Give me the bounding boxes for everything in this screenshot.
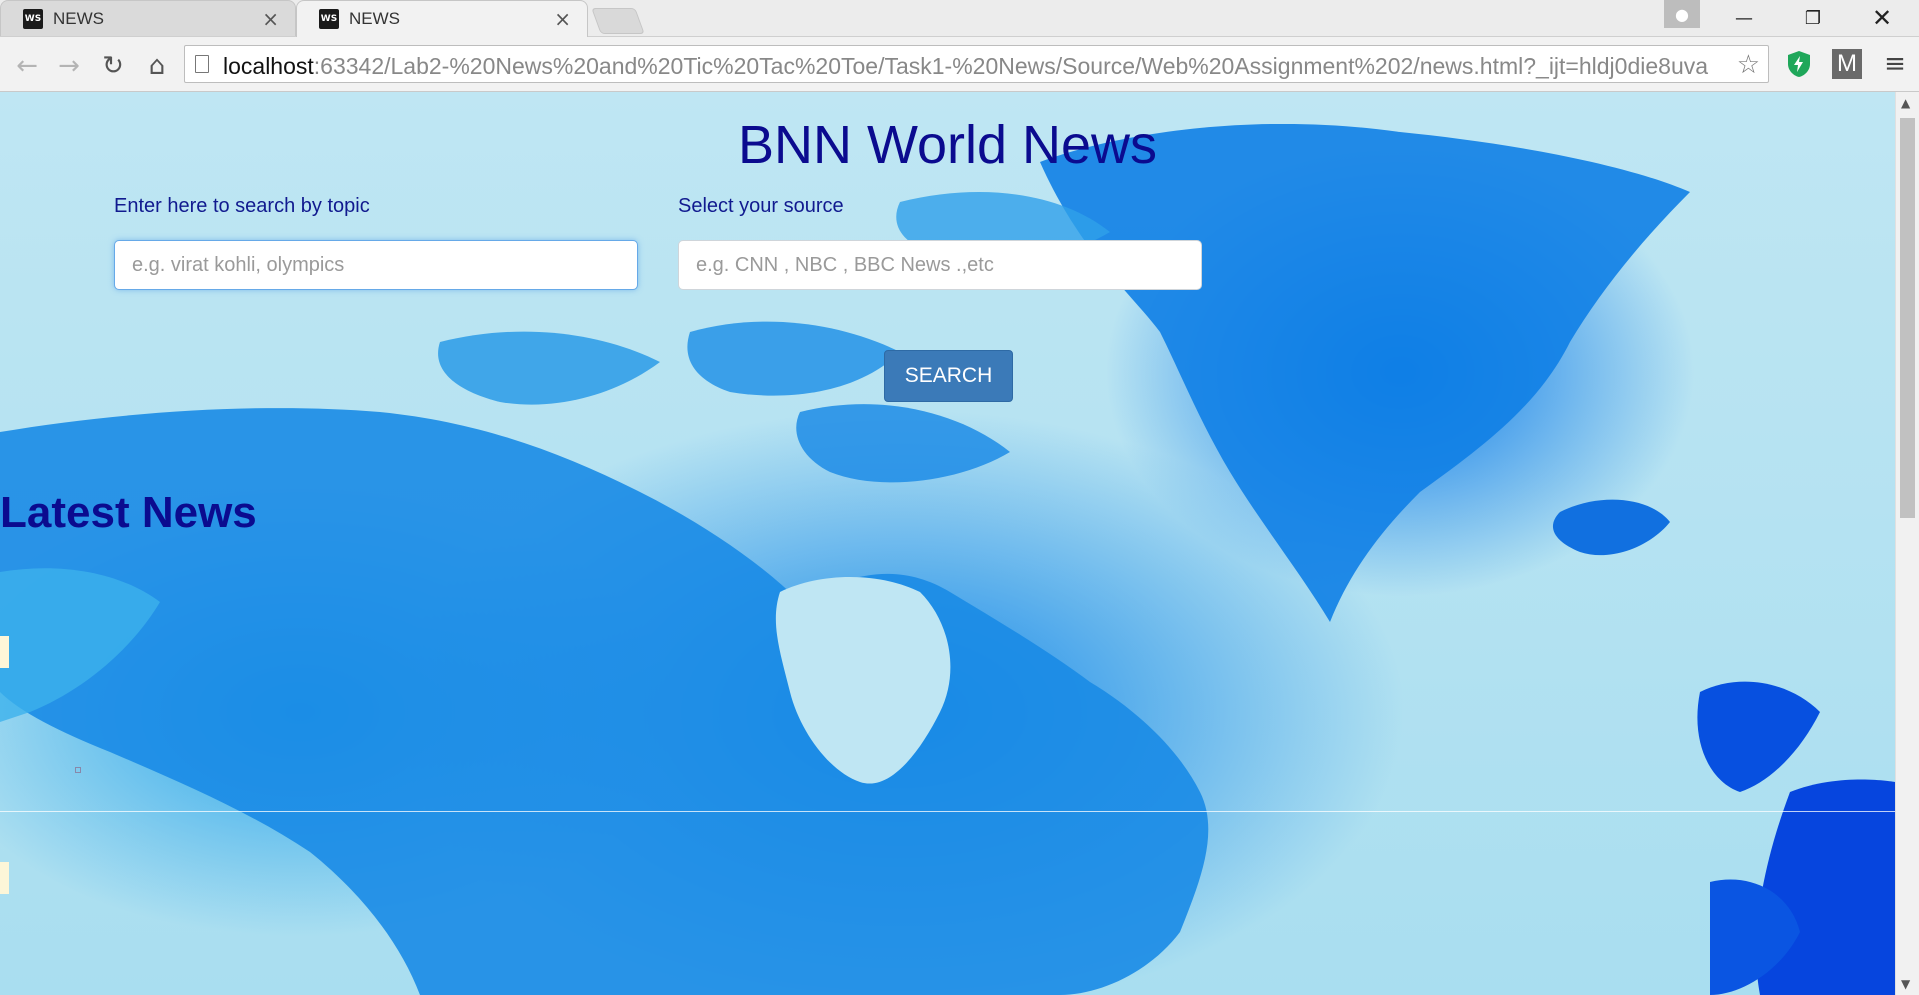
new-tab-button[interactable] <box>591 8 645 34</box>
topic-search-label: Enter here to search by topic <box>114 195 370 217</box>
browser-toolbar: ← → ↻ ⌂ localhost:63342/Lab2-%20News%20a… <box>0 37 1919 92</box>
browser-chrome: WS NEWS × WS NEWS × ● — ❐ ✕ ← → ↻ ⌂ loca… <box>0 0 1919 92</box>
search-button[interactable]: SEARCH <box>884 350 1013 402</box>
m-extension-icon[interactable]: M <box>1832 49 1862 79</box>
restore-icon[interactable]: ❐ <box>1784 0 1842 36</box>
scroll-down-icon[interactable]: ▼ <box>1901 977 1910 991</box>
tab-title: NEWS <box>53 9 104 28</box>
scroll-thumb[interactable] <box>1900 118 1915 518</box>
news-item-marker <box>0 862 9 894</box>
news-item-image-placeholder <box>75 767 81 773</box>
vertical-scrollbar[interactable]: ▲ ▼ <box>1895 92 1919 995</box>
page-icon <box>195 55 209 73</box>
url-text[interactable]: localhost:63342/Lab2-%20News%20and%20Tic… <box>223 53 1723 80</box>
world-map-background <box>0 123 1895 995</box>
shield-extension-icon[interactable] <box>1784 49 1814 79</box>
close-tab-icon[interactable]: × <box>554 7 571 31</box>
close-window-icon[interactable]: ✕ <box>1853 0 1911 36</box>
page-viewport: BNN World News Enter here to search by t… <box>0 92 1895 995</box>
webstorm-favicon-icon: WS <box>319 9 339 29</box>
close-tab-icon[interactable]: × <box>262 7 279 31</box>
profile-icon[interactable]: ● <box>1664 0 1700 28</box>
minimize-icon[interactable]: — <box>1715 0 1773 36</box>
source-select-label: Select your source <box>678 195 844 217</box>
tab-news-2[interactable]: WS NEWS × <box>296 0 588 37</box>
webstorm-favicon-icon: WS <box>23 9 43 29</box>
scroll-up-icon[interactable]: ▲ <box>1901 96 1910 110</box>
latest-news-heading: Latest News <box>0 488 257 537</box>
home-icon[interactable]: ⌂ <box>140 49 174 83</box>
reload-icon[interactable]: ↻ <box>96 49 130 83</box>
page-title: BNN World News <box>737 115 1158 175</box>
back-icon[interactable]: ← <box>10 49 44 83</box>
news-item-marker <box>0 636 9 668</box>
tab-title: NEWS <box>349 9 400 28</box>
tab-strip: WS NEWS × WS NEWS × ● — ❐ ✕ <box>0 0 1919 37</box>
address-bar[interactable]: localhost:63342/Lab2-%20News%20and%20Tic… <box>184 45 1769 83</box>
topic-search-input[interactable] <box>114 240 638 290</box>
bookmark-star-icon[interactable]: ☆ <box>1737 50 1760 80</box>
menu-icon[interactable]: ≡ <box>1880 49 1910 79</box>
tab-news-1[interactable]: WS NEWS × <box>0 0 296 36</box>
source-input[interactable] <box>678 240 1202 290</box>
forward-icon[interactable]: → <box>52 49 86 83</box>
news-divider <box>0 811 1895 812</box>
